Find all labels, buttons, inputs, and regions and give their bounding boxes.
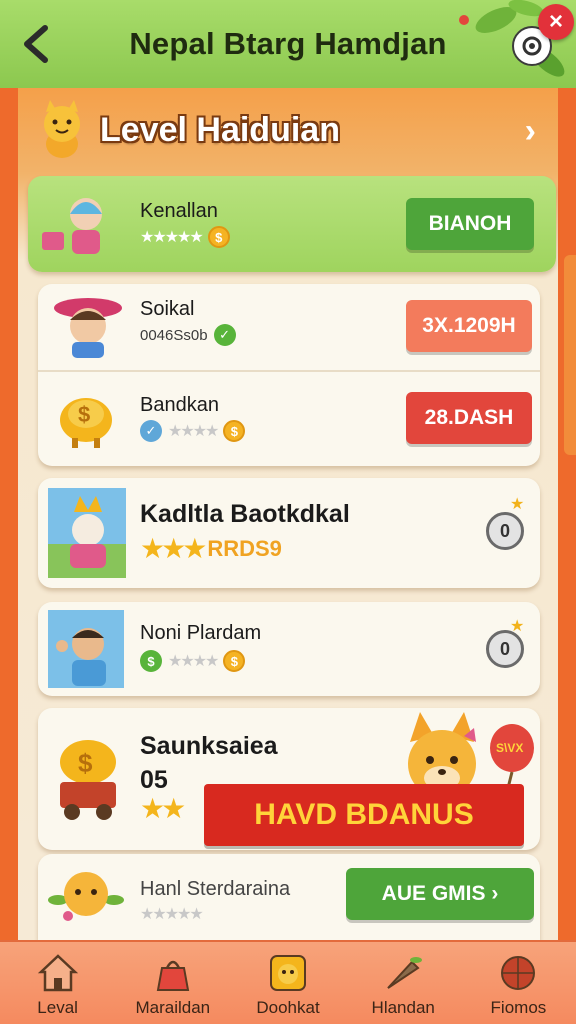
- nav-label: Fiomos: [490, 998, 547, 1017]
- nav-label: Hlandan: [371, 998, 435, 1017]
- check-icon: ✓: [140, 420, 162, 442]
- carrot-icon: [387, 957, 423, 989]
- coin-icon: $: [223, 420, 246, 442]
- chevron-right-icon: ›: [524, 112, 536, 150]
- gear-icon: [522, 36, 542, 56]
- svg-text:$: $: [78, 402, 90, 427]
- mascot-icon: [44, 100, 80, 158]
- nav-item-hlandan[interactable]: Hlandan: [346, 942, 461, 1024]
- list-item[interactable]: Kadltla Baotkdkal ★★★ RRDS9 ★ 0: [38, 478, 540, 588]
- coin-icon: $: [207, 226, 230, 248]
- item-code: 0046Ss0b: [140, 326, 208, 344]
- item-name: Noni Plardam: [140, 622, 262, 644]
- item-meta: $ ★★★★ $: [140, 650, 246, 672]
- balloon-label: S\VX: [496, 741, 523, 755]
- rating-stars: ★★★★: [168, 423, 219, 440]
- svg-text:$: $: [78, 748, 93, 778]
- top-bar: Nepal Btarg Hamdjan ×: [0, 0, 576, 88]
- character-thumbnail: [54, 298, 122, 358]
- list-item[interactable]: Noni Plardam $ ★★★★ $ ★ 0: [38, 602, 540, 696]
- sparkle-icon: ★: [510, 496, 525, 513]
- rating-stars: ★★★★★: [140, 906, 204, 923]
- item-subtitle: 05: [140, 766, 168, 794]
- rating-stars: ★★★★: [168, 653, 219, 670]
- nav-item-level[interactable]: Leval: [0, 942, 115, 1024]
- nav-label: Leval: [37, 998, 78, 1017]
- close-icon: ×: [548, 8, 563, 35]
- item-action-button[interactable]: AUE GMIS ›: [346, 868, 534, 920]
- item-name: Kadltla Baotkdkal: [140, 500, 350, 528]
- mascot-thumbnail: [48, 872, 124, 921]
- level-title: Level Haiduian: [100, 110, 340, 149]
- list-item[interactable]: $ Bandkan ✓ ★★★★ $ 28.DASH: [38, 372, 540, 464]
- nav-item-fiomos[interactable]: Fiomos: [461, 942, 576, 1024]
- rating-stars: ★★★: [140, 533, 207, 564]
- rating-stars: ★★: [140, 793, 186, 824]
- bottom-nav: Leval Maraildan Doohkat Hlandan Fiomos: [0, 940, 576, 1024]
- coin-green-icon: $: [140, 650, 162, 672]
- money-bag-icon: $: [60, 398, 112, 448]
- item-action-button[interactable]: 3X.1209H: [406, 300, 532, 352]
- character-thumbnail: [42, 198, 102, 254]
- level-header[interactable]: Level Haiduian ›: [36, 98, 546, 162]
- back-button[interactable]: [14, 20, 58, 68]
- item-meta: 0046Ss0b ✓: [140, 324, 236, 346]
- character-thumbnail: [48, 610, 124, 688]
- item-meta: ✓ ★★★★ $: [140, 420, 246, 442]
- item-action-button[interactable]: BIANOH: [406, 198, 534, 250]
- bag-icon: [156, 960, 189, 991]
- item-meta: ★★★ RRDS9: [140, 532, 282, 565]
- item-meta: ★★★★★: [140, 904, 204, 924]
- item-meta: ★★: [140, 792, 186, 825]
- app-title: Nepal Btarg Hamdjan: [129, 26, 447, 61]
- nav-item-maraildan[interactable]: Maraildan: [115, 942, 230, 1024]
- list-item[interactable]: Hanl Sterdaraina ★★★★★ AUE GMIS ›: [38, 854, 540, 940]
- list-item[interactable]: Soikal 0046Ss0b ✓ 3X.1209H: [38, 284, 540, 370]
- mascot-icon: [270, 955, 306, 991]
- ball-icon: [501, 956, 536, 990]
- character-thumbnail: [48, 488, 126, 578]
- chevron-left-icon: [24, 25, 48, 63]
- nav-label: Maraildan: [135, 998, 211, 1017]
- item-code: RRDS9: [207, 535, 282, 561]
- item-action-button[interactable]: 28.DASH: [406, 392, 532, 444]
- rating-stars: ★★★★★: [140, 229, 204, 246]
- item-name: Saunksaiea: [140, 732, 278, 760]
- check-icon: ✓: [213, 324, 236, 346]
- round-action-button[interactable]: 0: [486, 630, 524, 668]
- treasure-cart-icon: $: [60, 740, 116, 820]
- round-action-button[interactable]: 0: [486, 512, 524, 550]
- list-item[interactable]: Kenallan ★★★★★ $ BIANOH: [28, 176, 556, 272]
- item-name: Bandkan: [140, 394, 219, 416]
- close-button[interactable]: ×: [538, 4, 574, 40]
- item-meta: ★★★★★ $: [140, 226, 230, 248]
- coin-icon: $: [223, 650, 246, 672]
- side-tab[interactable]: [564, 255, 576, 455]
- item-name: Soikal: [140, 298, 195, 320]
- nav-label: Doohkat: [256, 998, 320, 1017]
- item-name: Kenallan: [140, 200, 218, 222]
- house-icon: [37, 954, 78, 992]
- nav-item-doohkat[interactable]: Doohkat: [230, 942, 345, 1024]
- bonus-banner[interactable]: HAVD BDANUS: [204, 784, 524, 846]
- item-name: Hanl Sterdaraina: [140, 878, 291, 900]
